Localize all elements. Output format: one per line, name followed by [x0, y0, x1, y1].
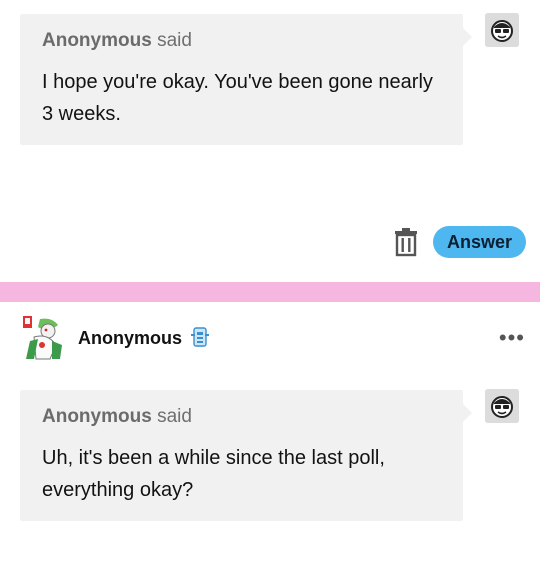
question-bubble: Anonymous said Uh, it's been a while sin…	[20, 390, 472, 521]
question-text: Uh, it's been a while since the last pol…	[42, 447, 385, 501]
asker-name[interactable]: Anonymous	[42, 30, 152, 51]
sunglasses-face-icon[interactable]	[485, 389, 519, 423]
more-options-icon[interactable]: •••	[499, 327, 525, 349]
action-bar: Answer	[393, 226, 526, 258]
trash-icon[interactable]	[393, 227, 419, 257]
blue-badge-icon[interactable]	[190, 326, 210, 350]
post-author[interactable]: Anonymous	[78, 328, 182, 349]
ask-panel-2: Anonymous ••• Anonymous said Uh, it's be…	[0, 302, 540, 576]
ask-panel-1: Anonymous said I hope you're okay. You'v…	[0, 0, 540, 282]
said-text: said	[157, 406, 192, 427]
asker-line: Anonymous said	[42, 28, 441, 54]
asker-name[interactable]: Anonymous	[42, 406, 152, 427]
sunglasses-face-icon[interactable]	[485, 13, 519, 47]
post-divider	[0, 282, 540, 302]
answer-button[interactable]: Answer	[432, 226, 526, 258]
asker-line: Anonymous said	[42, 404, 441, 430]
said-text: said	[157, 30, 192, 51]
question-text: I hope you're okay. You've been gone nea…	[42, 71, 433, 125]
post-header: Anonymous •••	[20, 315, 525, 361]
question-bubble: Anonymous said I hope you're okay. You'v…	[20, 14, 472, 145]
avatar[interactable]	[20, 315, 66, 361]
